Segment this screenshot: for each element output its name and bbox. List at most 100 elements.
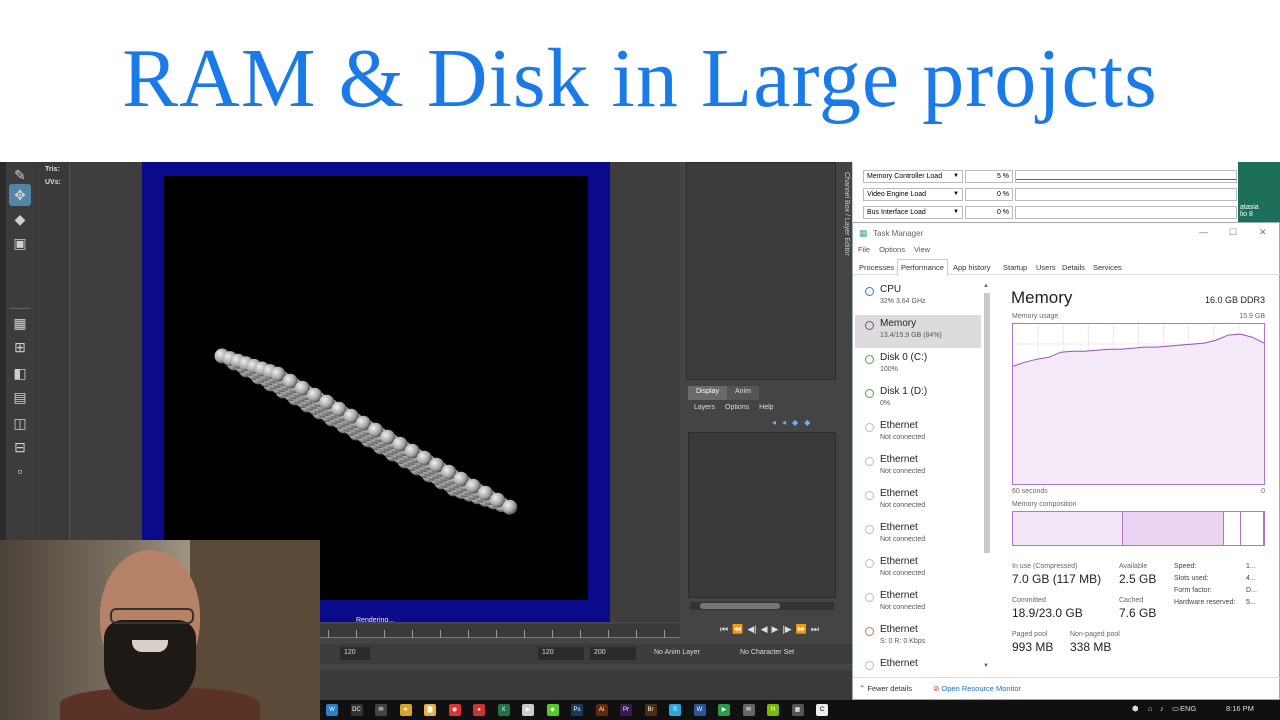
step-back-frame-icon[interactable]: ◀| xyxy=(747,624,756,635)
command-line[interactable] xyxy=(320,670,852,700)
move-layer-down-icon[interactable]: ◂ xyxy=(782,418,786,427)
excel-icon[interactable]: X xyxy=(497,704,510,716)
move-tool-icon[interactable]: ✥ xyxy=(9,184,31,206)
premiere-icon[interactable]: Pr xyxy=(620,704,632,716)
device-item[interactable]: Ethernet Not connected xyxy=(855,485,981,518)
app-icon[interactable]: ● xyxy=(473,704,485,716)
camtasia-icon[interactable]: ▶ xyxy=(718,704,730,716)
tab-details[interactable]: Details xyxy=(1060,262,1087,273)
device-item[interactable]: Ethernet Not connected xyxy=(855,451,981,484)
close-icon[interactable]: ✕ xyxy=(1259,227,1267,238)
scroll-up-icon[interactable]: ▲ xyxy=(983,283,989,289)
nvidia-icon[interactable]: N xyxy=(767,704,779,716)
wordpress-icon[interactable]: W xyxy=(326,704,338,716)
maximize-icon[interactable]: ☐ xyxy=(1229,227,1237,238)
chrome-icon[interactable]: ◉ xyxy=(448,704,461,716)
photoshop-icon[interactable]: Ps xyxy=(571,704,583,716)
tab-performance[interactable]: Performance xyxy=(897,259,948,276)
desktop-icon[interactable]: atasia lio 8 xyxy=(1238,162,1280,224)
sketch-icon[interactable]: ◆ xyxy=(546,704,559,716)
character-set-select[interactable]: No Character Set xyxy=(740,649,794,656)
new-layer-icon[interactable]: ◆ xyxy=(792,418,798,427)
layout-single-icon[interactable]: ▦ xyxy=(9,312,31,334)
calc-icon[interactable]: ▦ xyxy=(791,704,804,716)
word-icon[interactable]: W xyxy=(693,704,706,716)
go-to-end-icon[interactable]: ⏭ xyxy=(811,624,819,635)
device-list-scrollbar[interactable]: ▲ ▼ xyxy=(983,283,991,673)
layout-outliner-icon[interactable]: ▤ xyxy=(9,386,31,408)
play-forward-icon[interactable]: ▶ xyxy=(772,624,779,635)
device-item[interactable]: Ethernet xyxy=(855,655,981,677)
channel-box-side-label[interactable]: Channel Box / Layer Editor xyxy=(838,172,850,332)
layout-graph-icon[interactable]: ◫ xyxy=(9,412,31,434)
tab-processes[interactable]: Processes xyxy=(857,262,896,273)
device-item[interactable]: Ethernet Not connected xyxy=(855,417,981,450)
illustrator-icon[interactable]: Ai xyxy=(595,704,608,716)
move-layer-up-icon[interactable]: ◂ xyxy=(772,418,776,427)
tab-display[interactable]: Display xyxy=(688,386,727,400)
rotate-tool-icon[interactable]: ◆ xyxy=(9,208,31,230)
tab-startup[interactable]: Startup xyxy=(1001,262,1029,273)
step-forward-key-icon[interactable]: ⏩ xyxy=(796,624,807,635)
menu-file[interactable]: File xyxy=(858,245,870,254)
volume-icon[interactable]: ♪ xyxy=(1160,704,1164,713)
step-forward-frame-icon[interactable]: |▶ xyxy=(782,624,791,635)
device-item[interactable]: Ethernet Not connected xyxy=(855,519,981,552)
mail-icon[interactable]: ✉ xyxy=(375,704,387,716)
menu-layers[interactable]: Layers xyxy=(694,404,715,411)
layout-more-icon[interactable]: ▫ xyxy=(9,460,31,482)
layout-hypershade-icon[interactable]: ⊟ xyxy=(9,436,31,458)
range-end-field[interactable]: 120 xyxy=(340,647,370,660)
tab-services[interactable]: Services xyxy=(1091,262,1124,273)
layer-scrollbar[interactable] xyxy=(690,602,834,610)
lasso-tool-icon[interactable]: ✎ xyxy=(9,164,31,186)
menu-options[interactable]: Options xyxy=(879,245,905,254)
sensor-select[interactable]: Memory Controller Load ▼ xyxy=(863,170,963,183)
device-item[interactable]: Disk 1 (D:) 0% xyxy=(855,383,981,416)
c-app-icon[interactable]: C xyxy=(816,704,828,716)
device-item[interactable]: Disk 0 (C:) 100% xyxy=(855,349,981,382)
step-back-key-icon[interactable]: ⏪ xyxy=(732,624,743,635)
media-icon[interactable]: ▶ xyxy=(522,704,534,716)
tab-app-history[interactable]: App history xyxy=(951,262,993,273)
sensor-select[interactable]: Video Engine Load ▼ xyxy=(863,188,963,201)
dcl-icon[interactable]: DC xyxy=(350,704,363,716)
scroll-down-icon[interactable]: ▼ xyxy=(983,663,989,669)
scale-tool-icon[interactable]: ▣ xyxy=(9,232,31,254)
menu-help[interactable]: Help xyxy=(759,404,773,411)
device-item[interactable]: Ethernet Not connected xyxy=(855,587,981,620)
open-resource-monitor-link[interactable]: ⊘ Open Resource Monitor xyxy=(933,684,1021,693)
layout-four-icon[interactable]: ⊞ xyxy=(9,336,31,358)
kv-speed: Speed: 1... xyxy=(1174,563,1256,570)
star-app-icon[interactable]: ★ xyxy=(399,704,412,716)
tab-anim[interactable]: Anim xyxy=(726,386,759,400)
menu-options[interactable]: Options xyxy=(725,404,749,411)
anim-layer-select[interactable]: No Anim Layer xyxy=(654,649,700,656)
go-to-start-icon[interactable]: ⏮ xyxy=(720,624,728,635)
battery-icon[interactable]: ▭ xyxy=(1172,704,1179,713)
device-item[interactable]: Ethernet S: 0 R: 0 Kbps xyxy=(855,621,981,654)
sensor-select[interactable]: Bus Interface Load ▼ xyxy=(863,206,963,219)
network-icon[interactable]: ⌂ xyxy=(1148,704,1153,713)
title-bar[interactable]: ▦ Task Manager — ☐ ✕ xyxy=(853,223,1280,245)
animation-end-field[interactable]: 200 xyxy=(590,647,636,660)
skype-icon[interactable]: S xyxy=(669,704,681,716)
language-indicator[interactable]: ENG xyxy=(1180,704,1196,713)
mail2-icon[interactable]: ✉ xyxy=(742,704,755,716)
layout-split-icon[interactable]: ◧ xyxy=(9,362,31,384)
device-item[interactable]: Ethernet Not connected xyxy=(855,553,981,586)
bridge-icon[interactable]: Br xyxy=(644,704,657,716)
avast-icon[interactable]: ⬢ xyxy=(1132,704,1139,713)
clock[interactable]: 8:16 PM xyxy=(1226,704,1254,713)
menu-view[interactable]: View xyxy=(914,245,930,254)
time-ruler[interactable] xyxy=(320,624,680,638)
playback-end-field[interactable]: 120 xyxy=(538,647,584,660)
fewer-details-link[interactable]: ⌃ Fewer details xyxy=(859,684,912,693)
folder-icon[interactable]: ▇ xyxy=(424,704,436,716)
new-layer-selected-icon[interactable]: ◆ xyxy=(804,418,810,427)
tab-users[interactable]: Users xyxy=(1034,262,1058,273)
device-item[interactable]: Memory 13.4/15.9 GB (84%) xyxy=(855,315,981,348)
minimize-icon[interactable]: — xyxy=(1199,227,1208,237)
device-item[interactable]: CPU 32% 3.64 GHz xyxy=(855,281,981,314)
play-back-icon[interactable]: ◀ xyxy=(761,624,768,635)
